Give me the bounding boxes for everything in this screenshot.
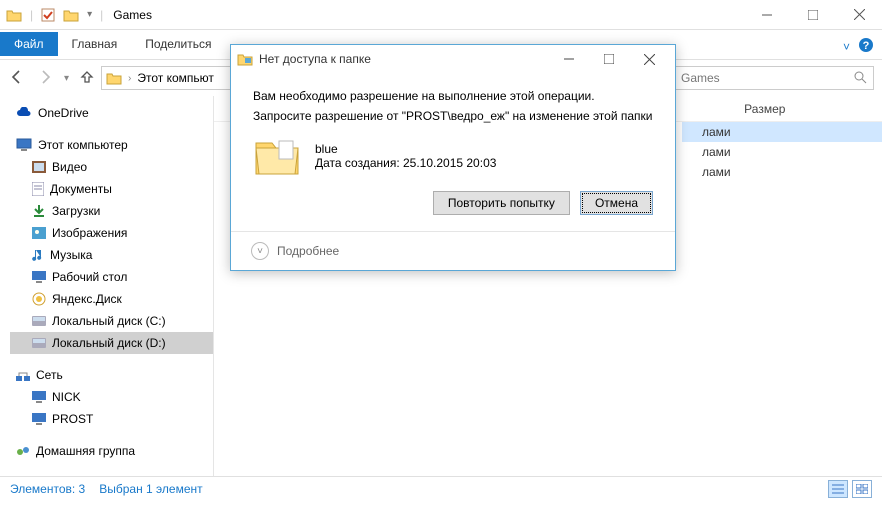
nav-pane: OneDrive Этот компьютер Видео Документы …: [0, 96, 214, 476]
table-row[interactable]: лами: [682, 162, 882, 182]
sidebar-label: Локальный диск (C:): [52, 314, 166, 328]
computer-icon: [32, 391, 46, 403]
status-selected: Выбран 1 элемент: [99, 482, 202, 496]
thumbnails-view-button[interactable]: [852, 480, 872, 498]
divider: |: [30, 8, 33, 22]
network-icon: [16, 368, 30, 382]
sidebar-label: Сеть: [36, 368, 63, 382]
svg-text:?: ?: [863, 40, 870, 52]
video-icon: [32, 161, 46, 173]
maximize-button[interactable]: [790, 0, 836, 30]
sidebar-item-yandex[interactable]: Яндекс.Диск: [10, 288, 213, 310]
sidebar-item-downloads[interactable]: Загрузки: [10, 200, 213, 222]
computer-icon: [32, 413, 46, 425]
column-size[interactable]: Размер: [734, 102, 795, 116]
retry-button[interactable]: Повторить попытку: [433, 191, 570, 215]
dialog-more-toggle[interactable]: ˅ Подробнее: [231, 231, 675, 270]
homegroup-icon: [16, 444, 30, 458]
dialog-message-2: Запросите разрешение от "PROST\ведро_еж"…: [253, 109, 653, 123]
sidebar-item-onedrive[interactable]: OneDrive: [10, 102, 213, 124]
computer-icon: [16, 138, 32, 152]
sidebar-item-desktop[interactable]: Рабочий стол: [10, 266, 213, 288]
sidebar-label: Домашняя группа: [36, 444, 135, 458]
breadcrumb-sep-icon[interactable]: ›: [128, 73, 131, 84]
sidebar-label: Видео: [52, 160, 87, 174]
chevron-down-icon: ˅: [251, 242, 269, 260]
sidebar-label: Загрузки: [52, 204, 100, 218]
sidebar-label: Изображения: [52, 226, 127, 240]
tab-home[interactable]: Главная: [58, 32, 132, 56]
sidebar-label: Локальный диск (D:): [52, 336, 166, 350]
folder-icon: [106, 71, 122, 85]
details-view-button[interactable]: [828, 480, 848, 498]
dialog-message-1: Вам необходимо разрешение на выполнение …: [253, 89, 653, 103]
sidebar-label: PROST: [52, 412, 93, 426]
minimize-button[interactable]: [744, 0, 790, 30]
music-icon: [32, 248, 44, 262]
sidebar-item-video[interactable]: Видео: [10, 156, 213, 178]
downloads-icon: [32, 204, 46, 218]
sidebar-item-pictures[interactable]: Изображения: [10, 222, 213, 244]
status-count: Элементов: 3: [10, 482, 85, 496]
sidebar-label: Музыка: [50, 248, 92, 262]
sidebar-label: Яндекс.Диск: [52, 292, 122, 306]
back-button[interactable]: [8, 68, 26, 89]
sidebar-label: Этот компьютер: [38, 138, 128, 152]
sidebar-label: Рабочий стол: [52, 270, 127, 284]
checkbox-icon[interactable]: [41, 8, 55, 22]
desktop-icon: [32, 271, 46, 283]
help-icon[interactable]: ?: [858, 37, 874, 56]
sidebar-item-thispc[interactable]: Этот компьютер: [10, 134, 213, 156]
title-bar: | ▾ | Games: [0, 0, 882, 30]
window-title: Games: [113, 8, 152, 22]
sidebar-label: OneDrive: [38, 106, 89, 120]
divider: |: [100, 8, 103, 22]
breadcrumb[interactable]: Этот компьют: [137, 71, 214, 85]
search-placeholder: Games: [681, 71, 720, 85]
search-icon[interactable]: [853, 70, 867, 87]
sidebar-item-diskd[interactable]: Локальный диск (D:): [10, 332, 213, 354]
search-input[interactable]: Games: [674, 66, 874, 90]
folder-large-icon: [253, 135, 301, 177]
pictures-icon: [32, 227, 46, 239]
folder-small-icon[interactable]: [63, 8, 79, 22]
tab-share[interactable]: Поделиться: [131, 32, 225, 56]
folder-icon: [6, 8, 22, 22]
sidebar-item-prost[interactable]: PROST: [10, 408, 213, 430]
cancel-button[interactable]: Отмена: [580, 191, 653, 215]
recent-dropdown-icon[interactable]: ▾: [64, 73, 69, 84]
table-row[interactable]: лами: [682, 142, 882, 162]
up-button[interactable]: [79, 69, 95, 88]
sidebar-label: Документы: [50, 182, 112, 196]
drive-icon: [32, 316, 46, 326]
close-button[interactable]: [836, 0, 882, 30]
dialog-maximize-button[interactable]: [589, 47, 629, 71]
sidebar-item-documents[interactable]: Документы: [10, 178, 213, 200]
qat-dropdown-icon[interactable]: ▾: [87, 9, 92, 20]
sidebar-item-nick[interactable]: NICK: [10, 386, 213, 408]
dialog-more-label: Подробнее: [277, 244, 339, 258]
dialog-folder-date: Дата создания: 25.10.2015 20:03: [315, 156, 496, 170]
status-bar: Элементов: 3 Выбран 1 элемент: [0, 476, 882, 500]
sidebar-item-diskc[interactable]: Локальный диск (C:): [10, 310, 213, 332]
access-denied-dialog: Нет доступа к папке Вам необходимо разре…: [230, 44, 676, 271]
sidebar-item-homegroup[interactable]: Домашняя группа: [10, 440, 213, 462]
drive-icon: [32, 338, 46, 348]
sidebar-item-network[interactable]: Сеть: [10, 364, 213, 386]
dialog-minimize-button[interactable]: [549, 47, 589, 71]
sidebar-label: NICK: [52, 390, 81, 404]
tab-file[interactable]: Файл: [0, 32, 58, 56]
folder-app-icon: [237, 52, 253, 66]
dialog-close-button[interactable]: [629, 47, 669, 71]
dialog-titlebar[interactable]: Нет доступа к папке: [231, 45, 675, 73]
sidebar-item-music[interactable]: Музыка: [10, 244, 213, 266]
ribbon-expand-icon[interactable]: ˅: [843, 40, 850, 54]
forward-button[interactable]: [36, 68, 54, 89]
dialog-folder-name: blue: [315, 142, 496, 156]
cloud-icon: [16, 107, 32, 119]
documents-icon: [32, 182, 44, 196]
table-row[interactable]: лами: [682, 122, 882, 142]
yandex-icon: [32, 292, 46, 306]
dialog-title: Нет доступа к папке: [259, 52, 371, 66]
